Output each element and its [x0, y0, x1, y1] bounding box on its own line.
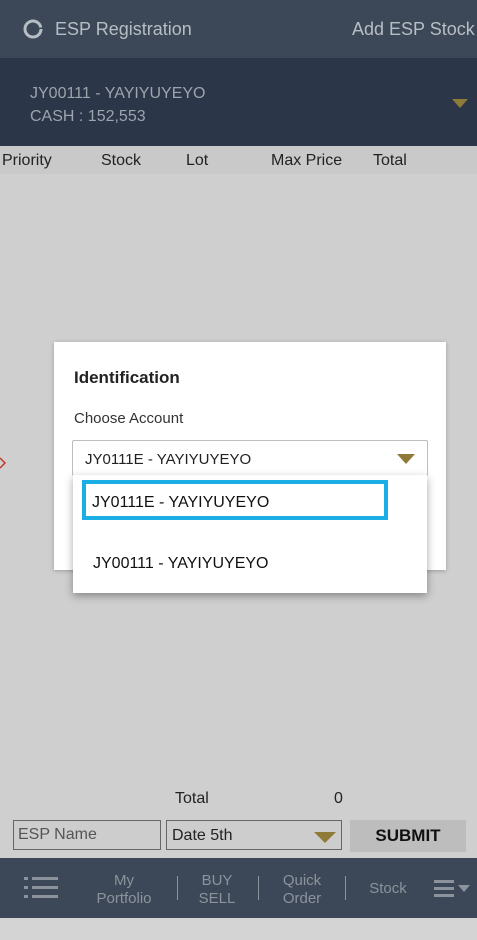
nav-my-portfolio[interactable]: My Portfolio [86, 872, 162, 932]
chevron-right-icon [0, 457, 7, 469]
top-bar: ESP Registration Add ESP Stock [0, 0, 477, 58]
account-option[interactable]: JY0111E - YAYIYUYEYO [73, 480, 427, 525]
chevron-down-icon[interactable] [452, 99, 468, 108]
account-options-list: JY0111E - YAYIYUYEYO JY00111 - YAYIYUYEY… [73, 475, 427, 593]
nav-label: Order [282, 890, 322, 907]
esp-form: Date 5th SUBMIT [0, 812, 477, 858]
nav-divider [345, 876, 346, 900]
nav-quick-order[interactable]: Quick Order [268, 872, 336, 932]
account-option[interactable]: JY00111 - YAYIYUYEYO [73, 541, 427, 585]
dialog-title: Identification [74, 368, 180, 387]
esp-name-input[interactable] [13, 820, 161, 850]
option-label: JY00111 - YAYIYUYEYO [93, 555, 269, 572]
nav-label: SELL [198, 890, 236, 907]
refresh-icon[interactable] [22, 18, 44, 40]
nav-label: Quick [282, 872, 322, 889]
list-icon[interactable] [22, 875, 60, 901]
nav-divider [258, 876, 259, 900]
nav-divider [177, 876, 178, 900]
dropdown-arrow-icon[interactable] [397, 454, 415, 464]
nav-label: Portfolio [96, 890, 152, 907]
page-title: ESP Registration [55, 19, 192, 39]
nav-label: My [114, 872, 134, 889]
column-total: Total [373, 152, 407, 169]
table-header: Priority Stock Lot Max Price Total [0, 146, 477, 174]
account-selector[interactable]: JY00111 - YAYIYUYEYO CASH : 152,553 [0, 58, 477, 146]
total-value: 0 [334, 790, 343, 807]
nav-label: BUY [201, 872, 233, 889]
dropdown-arrow-icon[interactable] [314, 832, 336, 843]
column-lot: Lot [186, 152, 209, 169]
nav-stock[interactable]: Stock [356, 880, 420, 940]
column-max-price: Max Price [271, 152, 343, 169]
account-label: JY00111 - YAYIYUYEYO [30, 85, 206, 102]
option-label: JY0111E - YAYIYUYEYO [92, 494, 270, 511]
account-dropdown[interactable]: JY0111E - YAYIYUYEYO [72, 440, 428, 476]
date-value: Date 5th [172, 827, 233, 844]
nav-label: Stock [369, 880, 407, 897]
cash-balance: CASH : 152,553 [30, 108, 146, 125]
date-select[interactable]: Date 5th [166, 820, 342, 850]
bottom-navigation: My Portfolio BUY SELL Quick Order Stock [0, 858, 477, 918]
totals-row: Total 0 [0, 784, 477, 812]
column-priority: Priority [2, 152, 52, 169]
submit-button[interactable]: SUBMIT [350, 820, 466, 852]
total-label: Total [175, 790, 209, 807]
column-stock: Stock [101, 152, 142, 169]
add-esp-stock-button[interactable]: Add ESP Stock [352, 19, 475, 40]
selected-account: JY0111E - YAYIYUYEYO [85, 451, 252, 468]
menu-icon[interactable] [434, 878, 472, 898]
nav-buy-sell[interactable]: BUY SELL [188, 872, 246, 932]
choose-account-label: Choose Account [74, 410, 184, 427]
